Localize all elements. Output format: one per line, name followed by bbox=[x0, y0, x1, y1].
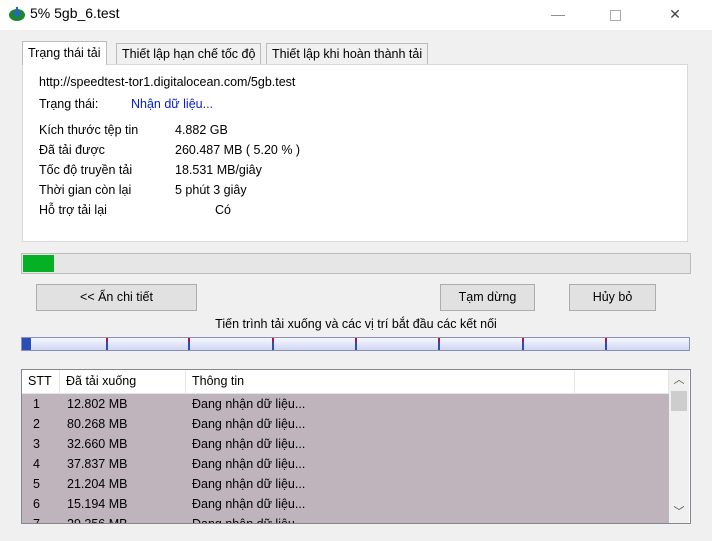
hide-details-button[interactable]: << Ẩn chi tiết bbox=[36, 284, 197, 311]
column-header-info[interactable]: Thông tin bbox=[186, 370, 575, 393]
row-downloaded: 12.802 MB bbox=[67, 397, 128, 411]
table-row[interactable]: 3 32.660 MB Đang nhận dữ liệu... bbox=[22, 434, 669, 454]
connection-marker bbox=[355, 338, 357, 350]
downloaded-label: Đã tải được bbox=[39, 143, 105, 157]
row-downloaded: 21.204 MB bbox=[67, 477, 128, 491]
row-info: Đang nhận dữ liệu... bbox=[192, 477, 306, 491]
vertical-scrollbar[interactable]: ︿ ﹀ bbox=[669, 370, 689, 523]
table-row[interactable]: 2 80.268 MB Đang nhận dữ liệu... bbox=[22, 414, 669, 434]
chevron-up-icon[interactable]: ︿ bbox=[669, 372, 689, 389]
connection-marker bbox=[605, 338, 607, 350]
connection-segment bbox=[22, 338, 31, 350]
row-info: Đang nhận dữ liệu... bbox=[192, 457, 306, 471]
time-left-label: Thời gian còn lại bbox=[39, 183, 132, 197]
connections-caption: Tiến trình tải xuống và các vị trí bắt đ… bbox=[215, 317, 497, 331]
connections-progress-bar bbox=[21, 337, 690, 351]
row-stt: 7 bbox=[33, 517, 40, 524]
scrollbar-thumb[interactable] bbox=[671, 391, 687, 411]
column-header-downloaded[interactable]: Đã tải xuống bbox=[60, 370, 186, 393]
row-stt: 4 bbox=[33, 457, 40, 471]
chevron-down-icon[interactable]: ﹀ bbox=[669, 504, 689, 521]
column-header-empty bbox=[575, 370, 669, 393]
row-downloaded: 37.837 MB bbox=[67, 457, 128, 471]
connection-marker bbox=[188, 338, 190, 350]
row-info: Đang nhận dữ liệu... bbox=[192, 397, 306, 411]
connection-marker bbox=[106, 338, 108, 350]
download-app-icon bbox=[9, 7, 25, 21]
status-panel: http://speedtest-tor1.digitalocean.com/5… bbox=[22, 64, 688, 242]
connection-marker bbox=[272, 338, 274, 350]
row-stt: 5 bbox=[33, 477, 40, 491]
state-label: Trạng thái: bbox=[39, 97, 99, 111]
connection-marker bbox=[438, 338, 440, 350]
table-row[interactable]: 1 12.802 MB Đang nhận dữ liệu... bbox=[22, 394, 669, 414]
table-row[interactable]: 5 21.204 MB Đang nhận dữ liệu... bbox=[22, 474, 669, 494]
tab-on-complete[interactable]: Thiết lập khi hoàn thành tải bbox=[266, 43, 429, 64]
minimize-button[interactable]: — bbox=[535, 0, 581, 30]
list-rows: 1 12.802 MB Đang nhận dữ liệu... 2 80.26… bbox=[22, 394, 669, 523]
time-left-value: 5 phút 3 giây bbox=[175, 183, 247, 197]
file-size-value: 4.882 GB bbox=[175, 123, 228, 137]
row-stt: 1 bbox=[33, 397, 40, 411]
maximize-button[interactable] bbox=[592, 0, 638, 30]
minimize-icon: — bbox=[551, 6, 565, 22]
progress-fill bbox=[23, 255, 54, 272]
download-url: http://speedtest-tor1.digitalocean.com/5… bbox=[39, 75, 296, 89]
row-downloaded: 15.194 MB bbox=[67, 497, 128, 511]
speed-label: Tốc độ truyền tải bbox=[39, 163, 133, 177]
speed-value: 18.531 MB/giây bbox=[175, 163, 262, 177]
column-header-stt[interactable]: STT bbox=[22, 370, 60, 393]
client-area: Trạng thái tải Thiết lập hạn chế tốc độ … bbox=[0, 30, 712, 541]
tab-status[interactable]: Trạng thái tải bbox=[22, 41, 107, 65]
tab-speed-limit[interactable]: Thiết lập hạn chế tốc độ bbox=[116, 43, 262, 64]
row-info: Đang nhận dữ liệu... bbox=[192, 437, 306, 451]
row-info: Đang nhận dữ liệu... bbox=[192, 517, 306, 524]
connections-list[interactable]: STT Đã tải xuống Thông tin 1 12.802 MB Đ… bbox=[21, 369, 691, 524]
window-title: 5% 5gb_6.test bbox=[30, 5, 120, 21]
connection-marker bbox=[522, 338, 524, 350]
cancel-button[interactable]: Hủy bỏ bbox=[569, 284, 656, 311]
close-button[interactable]: ✕ bbox=[652, 0, 698, 30]
row-stt: 2 bbox=[33, 417, 40, 431]
maximize-icon bbox=[609, 9, 621, 21]
row-downloaded: 29.256 MB bbox=[67, 517, 128, 524]
title-bar: 5% 5gb_6.test — ✕ bbox=[0, 0, 712, 30]
file-size-label: Kích thước tệp tin bbox=[39, 123, 139, 137]
row-downloaded: 32.660 MB bbox=[67, 437, 128, 451]
row-downloaded: 80.268 MB bbox=[67, 417, 128, 431]
row-info: Đang nhận dữ liệu... bbox=[192, 497, 306, 511]
table-row[interactable]: 7 29.256 MB Đang nhận dữ liệu... bbox=[22, 514, 669, 524]
table-row[interactable]: 4 37.837 MB Đang nhận dữ liệu... bbox=[22, 454, 669, 474]
downloaded-value: 260.487 MB ( 5.20 % ) bbox=[175, 143, 301, 157]
resume-support-label: Hỗ trợ tải lại bbox=[39, 203, 107, 217]
pause-button[interactable]: Tạm dừng bbox=[440, 284, 535, 311]
download-progress-bar bbox=[21, 253, 691, 274]
resume-support-value: Có bbox=[215, 203, 231, 217]
list-header: STT Đã tải xuống Thông tin bbox=[22, 370, 669, 394]
close-icon: ✕ bbox=[669, 6, 681, 22]
table-row[interactable]: 6 15.194 MB Đang nhận dữ liệu... bbox=[22, 494, 669, 514]
row-stt: 6 bbox=[33, 497, 40, 511]
state-value: Nhận dữ liệu... bbox=[131, 97, 214, 111]
row-info: Đang nhận dữ liệu... bbox=[192, 417, 306, 431]
row-stt: 3 bbox=[33, 437, 40, 451]
